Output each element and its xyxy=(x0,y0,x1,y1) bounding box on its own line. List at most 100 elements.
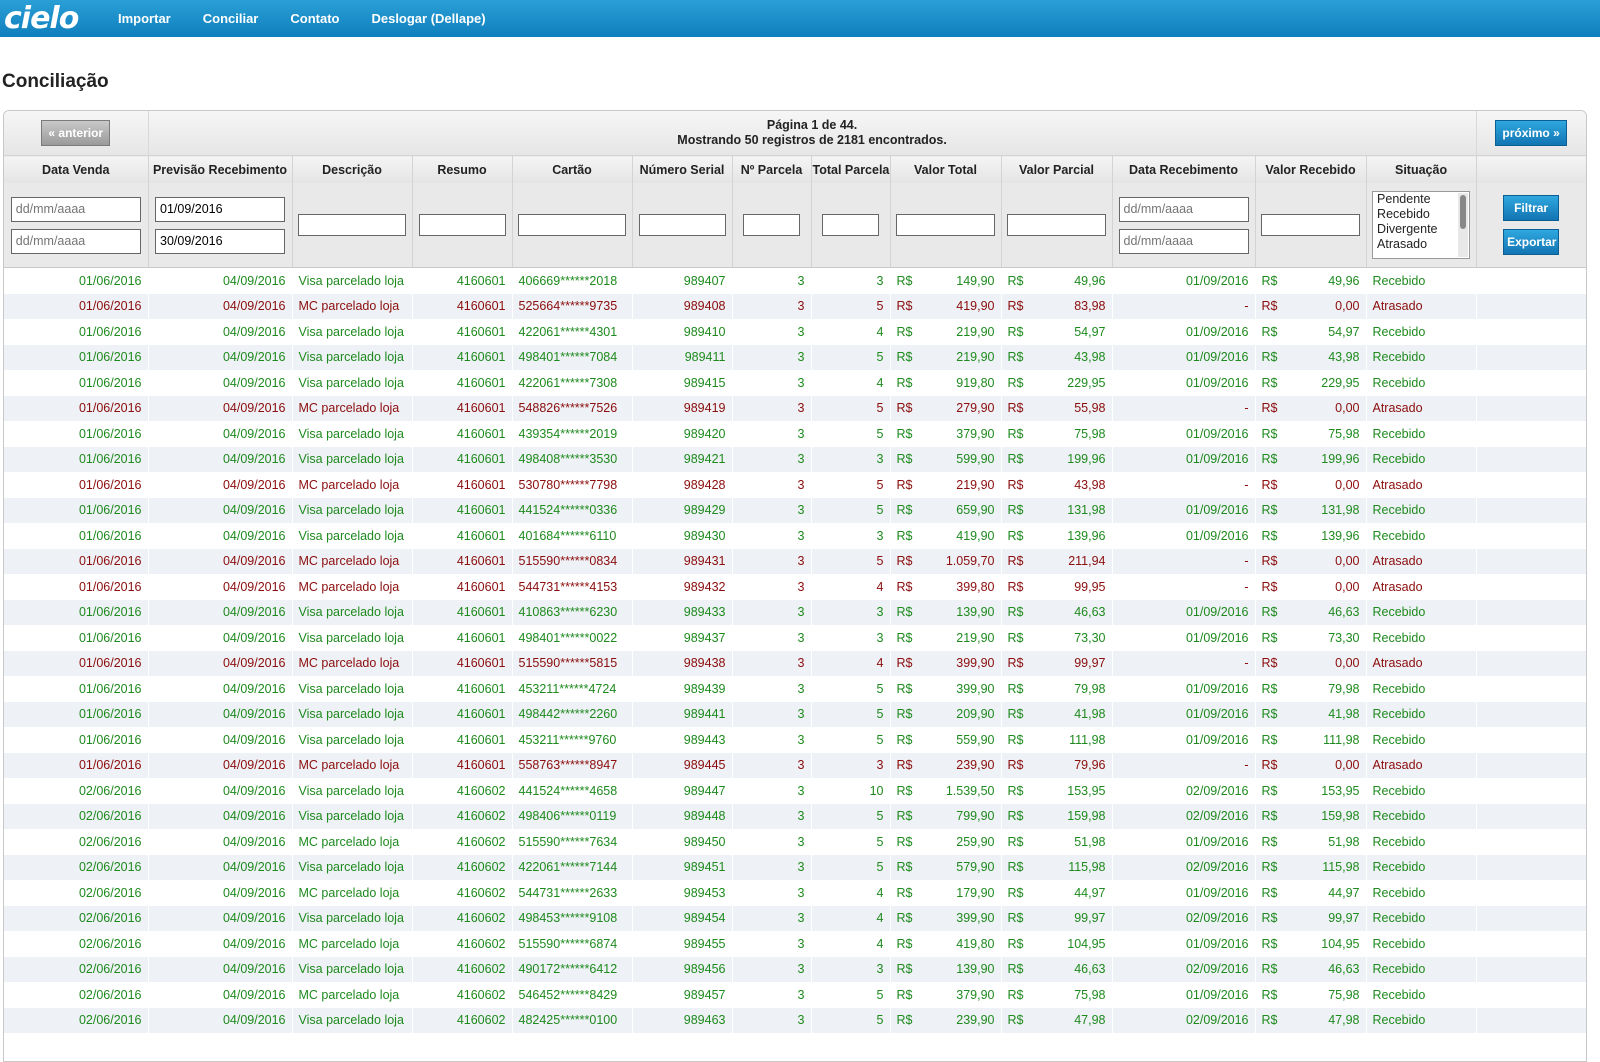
currency-symbol: R$ xyxy=(1261,426,1278,441)
cell-resumo: 4160601 xyxy=(412,472,513,498)
table-row[interactable]: 02/06/2016 04/09/2016 MC parcelado loja 416… xyxy=(4,931,1586,957)
reconciliation-table: « anterior Página 1 de 44. Mostrando 50 … xyxy=(4,111,1586,1033)
situacao-option[interactable]: Pendente xyxy=(1377,192,1469,207)
cell-actions xyxy=(1476,1007,1586,1033)
col-header-descricao[interactable]: Descrição xyxy=(292,155,413,183)
col-header-previsao[interactable]: Previsão Recebimento xyxy=(148,155,293,183)
table-row[interactable]: 01/06/2016 04/09/2016 Visa parcelado loja 4… xyxy=(4,446,1586,472)
cell-actions xyxy=(1476,267,1586,294)
export-button[interactable]: Exportar xyxy=(1503,229,1560,255)
cell-data-venda: 01/06/2016 xyxy=(4,293,149,319)
nav-contato[interactable]: Contato xyxy=(290,11,339,26)
table-row[interactable]: 01/06/2016 04/09/2016 Visa parcelado loja 4… xyxy=(4,497,1586,523)
amount: 229,95 xyxy=(1321,375,1360,390)
cell-valor-recebido: R$ 79,98 xyxy=(1255,676,1367,702)
table-row[interactable]: 01/06/2016 04/09/2016 Visa parcelado loja 4… xyxy=(4,599,1586,625)
table-row[interactable]: 02/06/2016 04/09/2016 Visa parcelado loja 4… xyxy=(4,854,1586,880)
amount: 46,63 xyxy=(1328,962,1360,977)
currency-symbol: R$ xyxy=(1007,707,1024,722)
filter-data-receb-to[interactable] xyxy=(1118,228,1249,254)
currency-symbol: R$ xyxy=(896,528,913,543)
table-row[interactable]: 01/06/2016 04/09/2016 Visa parcelado loja 4… xyxy=(4,727,1586,753)
cell-cartao: 544731******2633 xyxy=(512,880,633,906)
table-row[interactable]: 01/06/2016 04/09/2016 Visa parcelado loja 4… xyxy=(4,625,1586,651)
situacao-scrollbar[interactable] xyxy=(1458,193,1469,257)
cell-total-parcela: 5 xyxy=(811,982,891,1008)
nav-deslogar[interactable]: Deslogar (Dellape) xyxy=(371,11,485,26)
table-row[interactable]: 01/06/2016 04/09/2016 Visa parcelado loja 4… xyxy=(4,523,1586,549)
currency-symbol: R$ xyxy=(1007,783,1024,798)
cell-num-parcela: 3 xyxy=(732,548,812,574)
situacao-option[interactable]: Atrasado xyxy=(1377,237,1469,252)
filter-numero-serial[interactable] xyxy=(638,214,726,236)
amount: 79,98 xyxy=(1328,681,1360,696)
filter-total-parcela[interactable] xyxy=(822,214,879,236)
filter-previsao-to[interactable] xyxy=(155,228,285,254)
filter-valor-parcial[interactable] xyxy=(1007,214,1106,236)
filter-data-receb-from[interactable] xyxy=(1118,196,1249,222)
table-row[interactable]: 01/06/2016 04/09/2016 Visa parcelado loja 4… xyxy=(4,267,1586,294)
table-row[interactable]: 02/06/2016 04/09/2016 MC parcelado loja 416… xyxy=(4,880,1586,906)
amount: 47,98 xyxy=(1328,1013,1360,1028)
currency-symbol: R$ xyxy=(896,579,913,594)
amount: 51,98 xyxy=(1074,834,1106,849)
table-row[interactable]: 02/06/2016 04/09/2016 Visa parcelado loja 4… xyxy=(4,905,1586,931)
table-row[interactable]: 01/06/2016 04/09/2016 MC parcelado loja 416… xyxy=(4,752,1586,778)
col-header-data-venda[interactable]: Data Venda xyxy=(4,155,149,183)
next-page-button[interactable]: próximo » xyxy=(1495,120,1567,146)
col-header-num-parcela[interactable]: Nº Parcela xyxy=(732,155,812,183)
cell-numero-serial: 989445 xyxy=(632,752,733,778)
col-header-valor-total[interactable]: Valor Total xyxy=(890,155,1002,183)
table-row[interactable]: 01/06/2016 04/09/2016 Visa parcelado loja 4… xyxy=(4,676,1586,702)
table-row[interactable]: 02/06/2016 04/09/2016 MC parcelado loja 416… xyxy=(4,829,1586,855)
table-row[interactable]: 01/06/2016 04/09/2016 MC parcelado loja 416… xyxy=(4,395,1586,421)
filter-resumo[interactable] xyxy=(418,214,506,236)
table-row[interactable]: 01/06/2016 04/09/2016 Visa parcelado loja 4… xyxy=(4,421,1586,447)
amount: 379,90 xyxy=(956,987,995,1002)
filter-valor-recebido[interactable] xyxy=(1261,214,1360,236)
cell-situacao: Recebido xyxy=(1366,599,1477,625)
filter-num-parcela[interactable] xyxy=(743,214,800,236)
table-row[interactable]: 01/06/2016 04/09/2016 MC parcelado loja 416… xyxy=(4,574,1586,600)
filter-row: Pendente Recebido Divergente Atrasado Fi… xyxy=(4,183,1586,268)
table-row[interactable]: 02/06/2016 04/09/2016 MC parcelado loja 416… xyxy=(4,982,1586,1008)
amount: 44,97 xyxy=(1328,885,1360,900)
table-row[interactable]: 01/06/2016 04/09/2016 Visa parcelado loja 4… xyxy=(4,701,1586,727)
filter-previsao-from[interactable] xyxy=(155,196,285,222)
table-row[interactable]: 01/06/2016 04/09/2016 MC parcelado loja 416… xyxy=(4,293,1586,319)
filter-descricao[interactable] xyxy=(298,214,406,236)
nav-importar[interactable]: Importar xyxy=(118,11,171,26)
filter-button[interactable]: Filtrar xyxy=(1503,195,1560,221)
currency-symbol: R$ xyxy=(1261,681,1278,696)
col-header-resumo[interactable]: Resumo xyxy=(412,155,513,183)
situacao-multiselect[interactable]: Pendente Recebido Divergente Atrasado xyxy=(1372,191,1471,259)
table-row[interactable]: 01/06/2016 04/09/2016 Visa parcelado loja 4… xyxy=(4,344,1586,370)
col-header-valor-recebido[interactable]: Valor Recebido xyxy=(1255,155,1367,183)
col-header-cartao[interactable]: Cartão xyxy=(512,155,633,183)
table-row[interactable]: 01/06/2016 04/09/2016 Visa parcelado loja 4… xyxy=(4,319,1586,345)
table-row[interactable]: 02/06/2016 04/09/2016 Visa parcelado loja 4… xyxy=(4,803,1586,829)
nav-conciliar[interactable]: Conciliar xyxy=(203,11,259,26)
situacao-option[interactable]: Divergente xyxy=(1377,222,1469,237)
col-header-numero-serial[interactable]: Número Serial xyxy=(632,155,733,183)
cielo-logo[interactable]: cielo xyxy=(0,0,104,37)
cell-situacao: Atrasado xyxy=(1366,752,1477,778)
col-header-data-recebimento[interactable]: Data Recebimento xyxy=(1112,155,1256,183)
prev-page-button[interactable]: « anterior xyxy=(41,120,111,146)
table-row[interactable]: 02/06/2016 04/09/2016 Visa parcelado loja 4… xyxy=(4,956,1586,982)
filter-data-venda-to[interactable] xyxy=(10,228,141,254)
table-row[interactable]: 02/06/2016 04/09/2016 Visa parcelado loja 4… xyxy=(4,1007,1586,1033)
col-header-valor-parcial[interactable]: Valor Parcial xyxy=(1001,155,1113,183)
table-row[interactable]: 02/06/2016 04/09/2016 Visa parcelado loja 4… xyxy=(4,778,1586,804)
filter-data-venda-from[interactable] xyxy=(10,196,141,222)
situacao-option[interactable]: Recebido xyxy=(1377,207,1469,222)
table-row[interactable]: 01/06/2016 04/09/2016 MC parcelado loja 416… xyxy=(4,472,1586,498)
filter-valor-total[interactable] xyxy=(896,214,995,236)
filter-cartao[interactable] xyxy=(518,214,626,236)
table-row[interactable]: 01/06/2016 04/09/2016 MC parcelado loja 416… xyxy=(4,650,1586,676)
col-header-total-parcela[interactable]: Total Parcela xyxy=(811,155,891,183)
currency-symbol: R$ xyxy=(1261,911,1278,926)
table-row[interactable]: 01/06/2016 04/09/2016 MC parcelado loja 416… xyxy=(4,548,1586,574)
col-header-situacao[interactable]: Situação xyxy=(1366,155,1477,183)
table-row[interactable]: 01/06/2016 04/09/2016 Visa parcelado loja 4… xyxy=(4,370,1586,396)
